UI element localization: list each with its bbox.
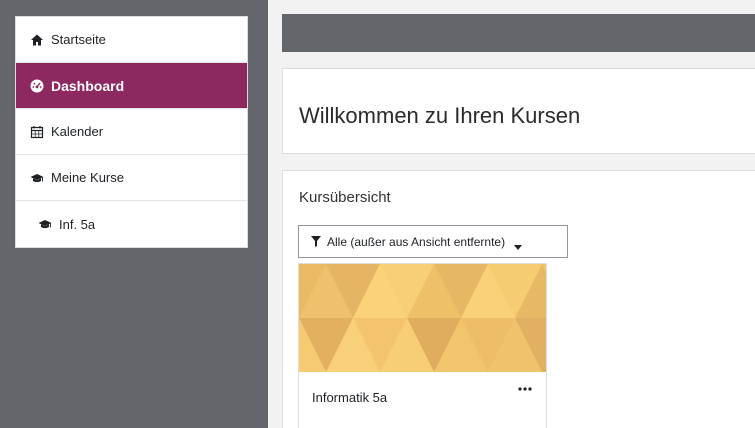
nav-item-label: Startseite: [51, 32, 106, 47]
course-name: Informatik 5a: [312, 390, 388, 405]
nav-item-label: Meine Kurse: [51, 170, 124, 185]
course-card[interactable]: Informatik 5a: [298, 263, 547, 428]
nav-item-meine-kurse[interactable]: Meine Kurse: [16, 155, 247, 201]
ellipsis-icon: [518, 378, 532, 396]
graduation-cap-icon: [30, 171, 44, 185]
page-header-bar: [282, 14, 755, 52]
chevron-down-icon: [514, 239, 523, 250]
course-overview-card: Kursübersicht Alle (außer aus Ansicht en…: [282, 170, 755, 428]
graduation-cap-icon: [38, 217, 52, 231]
nav-item-startseite[interactable]: Startseite: [16, 17, 247, 63]
nav-item-label: Dashboard: [51, 77, 125, 94]
course-menu-button[interactable]: [515, 380, 535, 394]
nav-menu: Startseite Dashboard Kalender Meine Kurs…: [15, 16, 248, 248]
nav-item-dashboard[interactable]: Dashboard: [16, 63, 247, 109]
nav-item-label: Inf. 5a: [59, 216, 96, 232]
page-title: Willkommen zu Ihren Kursen: [299, 103, 581, 128]
filter-icon: [311, 236, 321, 247]
course-filter-dropdown[interactable]: Alle (außer aus Ansicht entfernte): [298, 225, 568, 258]
home-icon: [30, 33, 44, 47]
nav-drawer: Startseite Dashboard Kalender Meine Kurs…: [0, 0, 268, 428]
nav-item-label: Kalender: [51, 124, 104, 139]
nav-item-inf-5a[interactable]: Inf. 5a: [16, 201, 247, 247]
course-filter-label: Alle (außer aus Ansicht entfernte): [327, 234, 506, 249]
calendar-icon: [30, 125, 44, 139]
course-overview-title: Kursübersicht: [299, 189, 391, 206]
welcome-card: Willkommen zu Ihren Kursen: [282, 68, 755, 154]
nav-item-kalender[interactable]: Kalender: [16, 109, 247, 155]
course-pattern-image: [299, 264, 546, 372]
dashboard-icon: [30, 79, 44, 93]
